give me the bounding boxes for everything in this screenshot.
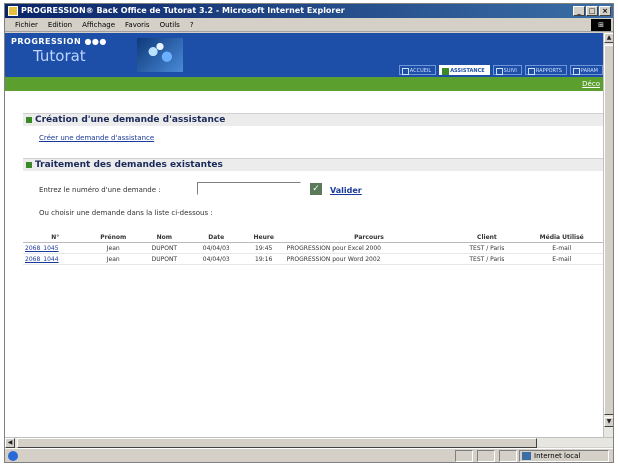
app-banner: PROGRESSION ●●● Tutorat ACCUEIL ASSISTAN… bbox=[5, 33, 603, 77]
table-header-row: N° Prénom Nom Date Heure Parcours Client… bbox=[23, 233, 603, 243]
horizontal-scrollbar[interactable]: ◀ bbox=[5, 437, 613, 448]
valider-button[interactable]: Valider bbox=[330, 186, 362, 195]
section-creation: Création d'une demande d'assistance bbox=[23, 113, 603, 126]
vertical-scrollbar[interactable]: ▲ ▼ bbox=[603, 33, 613, 437]
zone-label: Internet local bbox=[534, 452, 581, 460]
deconnexion-link[interactable]: Déco bbox=[582, 80, 600, 88]
cell-parcours: PROGRESSION pour Excel 2000 bbox=[284, 242, 454, 254]
minimize-button[interactable]: _ bbox=[573, 6, 585, 16]
ie-app-icon bbox=[8, 6, 18, 16]
tab-rapports[interactable]: RAPPORTS bbox=[524, 65, 567, 75]
tab-suivi[interactable]: SUIVI bbox=[492, 65, 522, 75]
table-row[interactable]: 2068_1044 Jean DUPONT 04/04/03 19:16 PRO… bbox=[23, 253, 603, 265]
browser-window: PROGRESSION® Back Office de Tutorat 3.2 … bbox=[4, 3, 614, 463]
table-row[interactable]: 2068_1045 Jean DUPONT 04/04/03 19:45 PRO… bbox=[23, 242, 603, 254]
scroll-down-arrow-icon[interactable]: ▼ bbox=[604, 417, 613, 427]
title-bar: PROGRESSION® Back Office de Tutorat 3.2 … bbox=[5, 4, 613, 18]
logo-tutorat: Tutorat bbox=[33, 47, 86, 65]
menu-affichage[interactable]: Affichage bbox=[82, 21, 115, 29]
cell-media: E-mail bbox=[520, 253, 603, 265]
cell-date: 04/04/03 bbox=[189, 242, 243, 254]
create-request-link[interactable]: Créer une demande d'assistance bbox=[39, 134, 154, 142]
page-content: PROGRESSION ●●● Tutorat ACCUEIL ASSISTAN… bbox=[5, 33, 603, 437]
vertical-scroll-thumb[interactable] bbox=[604, 45, 613, 415]
horizontal-scroll-thumb[interactable] bbox=[17, 438, 537, 448]
cell-nom: DUPONT bbox=[139, 253, 190, 265]
cell-heure: 19:45 bbox=[242, 242, 285, 254]
bullet-square-icon bbox=[26, 162, 32, 168]
cell-client: TEST / Paris bbox=[453, 253, 521, 265]
checkmark-icon[interactable]: ✓ bbox=[310, 183, 322, 195]
cell-date: 04/04/03 bbox=[189, 253, 243, 265]
col-media: Média Utilisé bbox=[520, 233, 603, 243]
security-zone: Internet local bbox=[519, 450, 609, 462]
scroll-left-arrow-icon[interactable]: ◀ bbox=[5, 438, 15, 448]
section-traitement: Traitement des demandes existantes bbox=[23, 158, 603, 171]
cell-heure: 19:16 bbox=[242, 253, 285, 265]
cell-media: E-mail bbox=[520, 242, 603, 254]
banner-illustration bbox=[137, 38, 183, 72]
col-heure: Heure bbox=[242, 233, 285, 243]
section-title: Création d'une demande d'assistance bbox=[35, 115, 226, 125]
section-title: Traitement des demandes existantes bbox=[35, 160, 223, 170]
col-prenom: Prénom bbox=[87, 233, 140, 243]
intranet-zone-icon bbox=[522, 452, 531, 460]
col-date: Date bbox=[189, 233, 243, 243]
cell-prenom: Jean bbox=[87, 242, 140, 254]
requests-table: N° Prénom Nom Date Heure Parcours Client… bbox=[23, 233, 603, 265]
status-bar: Internet local bbox=[5, 448, 613, 462]
nav-tabs: ACCUEIL ASSISTANCE SUIVI RAPPORTS PARAM bbox=[398, 65, 603, 75]
logo-progression: PROGRESSION ●●● bbox=[11, 37, 107, 46]
request-number-input[interactable] bbox=[197, 182, 301, 195]
bullet-square-icon bbox=[26, 117, 32, 123]
window-title: PROGRESSION® Back Office de Tutorat 3.2 … bbox=[21, 6, 345, 15]
status-segment bbox=[499, 450, 517, 462]
request-link[interactable]: 2068_1044 bbox=[25, 256, 59, 263]
cell-prenom: Jean bbox=[87, 253, 140, 265]
choose-hint-text: Ou choisir une demande dans la liste ci-… bbox=[39, 209, 213, 217]
tab-accueil[interactable]: ACCUEIL bbox=[398, 65, 437, 75]
maximize-button[interactable]: □ bbox=[586, 6, 598, 16]
tab-assistance[interactable]: ASSISTANCE bbox=[439, 65, 490, 75]
menu-outils[interactable]: Outils bbox=[160, 21, 180, 29]
cell-nom: DUPONT bbox=[139, 242, 190, 254]
menu-help[interactable]: ? bbox=[190, 21, 194, 29]
status-segment bbox=[455, 450, 473, 462]
tab-param[interactable]: PARAM bbox=[569, 65, 603, 75]
col-client: Client bbox=[453, 233, 521, 243]
menu-bar: Fichier Edition Affichage Favoris Outils… bbox=[5, 18, 613, 32]
close-button[interactable]: × bbox=[599, 6, 611, 16]
menu-fichier[interactable]: Fichier bbox=[15, 21, 38, 29]
page-globe-icon bbox=[8, 451, 18, 461]
windows-logo-icon: ⊞ bbox=[591, 19, 611, 31]
col-numero: N° bbox=[23, 233, 88, 243]
green-nav-bar: Déco bbox=[5, 77, 603, 91]
request-number-label: Entrez le numéro d'une demande : bbox=[39, 186, 161, 194]
status-segment bbox=[477, 450, 495, 462]
window-controls: _ □ × bbox=[573, 6, 611, 16]
scroll-up-arrow-icon[interactable]: ▲ bbox=[604, 33, 613, 43]
col-nom: Nom bbox=[139, 233, 190, 243]
cell-client: TEST / Paris bbox=[453, 242, 521, 254]
request-link[interactable]: 2068_1045 bbox=[25, 245, 59, 252]
cell-parcours: PROGRESSION pour Word 2002 bbox=[284, 253, 454, 265]
menu-favoris[interactable]: Favoris bbox=[125, 21, 150, 29]
col-parcours: Parcours bbox=[284, 233, 454, 243]
menu-edition[interactable]: Edition bbox=[48, 21, 72, 29]
